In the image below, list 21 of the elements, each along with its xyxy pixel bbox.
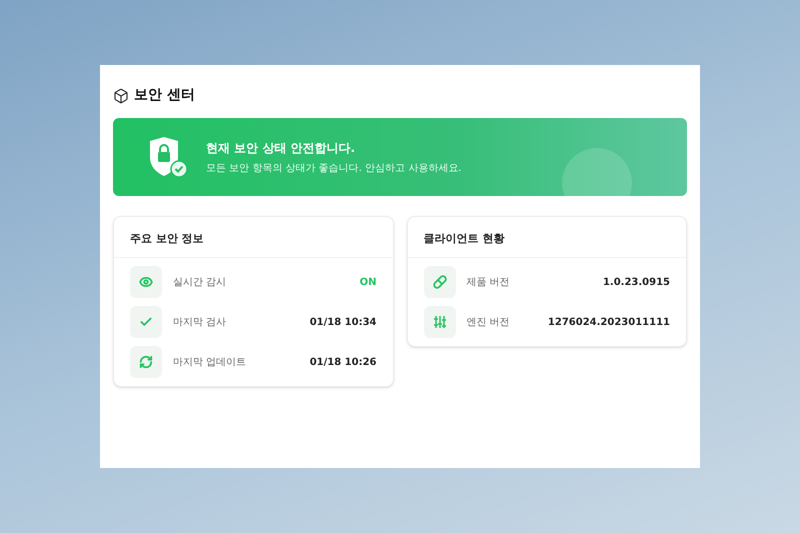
banner-message: 모든 보안 항목의 상태가 좋습니다. 안심하고 사용하세요. [206, 162, 462, 176]
eye-icon [139, 275, 153, 289]
row-label: 엔진 버전 [466, 316, 510, 330]
bars-icon [432, 315, 446, 329]
cube-icon [113, 88, 129, 104]
checkmark-icon [139, 315, 153, 329]
status-value: ON [360, 276, 376, 290]
row-label: 제품 버전 [466, 276, 510, 290]
card-title: 주요 보안 정보 [130, 232, 204, 245]
card-title: 클라이언트 현황 [424, 232, 504, 245]
row-value: 1.0.23.0915 [602, 276, 670, 290]
row-value: 1276024.2023011111 [548, 316, 670, 330]
refresh-icon [139, 355, 153, 369]
row-value: 01/18 10:34 [310, 316, 376, 330]
row-value: 01/18 10:26 [310, 356, 376, 370]
window-title: 보안 센터 [134, 86, 195, 105]
row-label: 마지막 검사 [173, 316, 226, 330]
row-label: 마지막 업데이트 [173, 356, 246, 370]
banner-title: 현재 보안 상태 안전합니다. [206, 140, 356, 156]
row-label: 실시간 감시 [173, 276, 226, 290]
pill-icon [432, 275, 446, 289]
